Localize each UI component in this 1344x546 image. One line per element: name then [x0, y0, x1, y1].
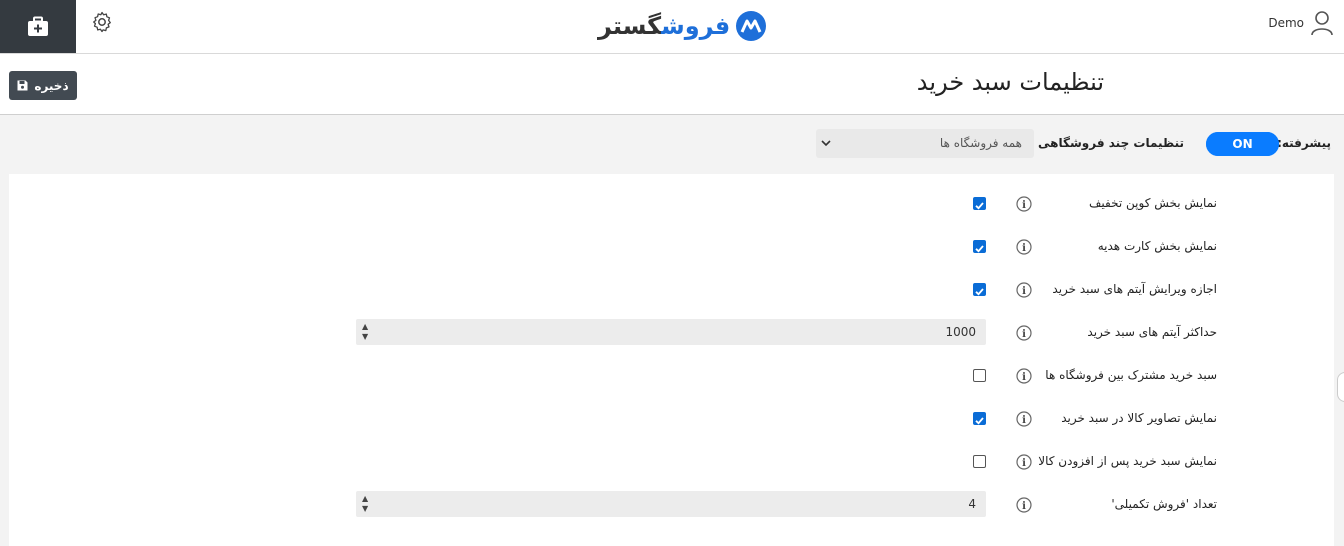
check-icon	[975, 202, 984, 210]
info-icon[interactable]: i	[1016, 325, 1032, 341]
svg-text:i: i	[1022, 329, 1026, 340]
floppy-icon	[17, 80, 28, 91]
advanced-toggle[interactable]: ON	[1206, 132, 1279, 156]
checkbox-giftcard[interactable]	[973, 240, 986, 253]
max-items-value: 1000	[945, 325, 976, 339]
info-icon[interactable]: i	[1016, 239, 1032, 255]
brand-logo[interactable]: فروشگستر	[598, 8, 767, 44]
save-button-label: ذخیره	[34, 78, 69, 93]
setting-label-max-items: حداکثر آیتم های سبد خرید	[1087, 325, 1217, 339]
svg-text:i: i	[1022, 415, 1026, 426]
info-icon[interactable]: i	[1016, 368, 1032, 384]
checkbox-edit-items[interactable]	[973, 283, 986, 296]
upsell-count-value: 4	[968, 497, 976, 511]
setting-label-product-images: نمایش تصاویر کالا در سبد خرید	[1061, 411, 1217, 425]
save-button[interactable]: ذخیره	[9, 71, 77, 100]
svg-text:i: i	[1022, 458, 1026, 469]
svg-text:i: i	[1022, 372, 1026, 383]
setting-label-upsell-count: تعداد 'فروش تکمیلی'	[1111, 497, 1217, 511]
checkbox-product-images[interactable]	[973, 412, 986, 425]
user-icon	[1311, 11, 1333, 36]
info-icon[interactable]: i	[1016, 196, 1032, 212]
brand-name: فروشگستر	[598, 12, 730, 40]
setting-label-edit-items: اجازه ویرایش آیتم های سبد خرید	[1052, 282, 1217, 296]
info-icon[interactable]: i	[1016, 497, 1032, 513]
page-title: تنظیمات سبد خرید	[916, 68, 1104, 96]
setting-label-coupon: نمایش بخش کوپن تخفیف	[1089, 196, 1217, 210]
svg-text:i: i	[1022, 501, 1026, 512]
brand-name-main: گستر	[598, 12, 662, 40]
checkbox-show-after-add[interactable]	[973, 455, 986, 468]
number-spinner[interactable]: ▲ ▼	[362, 494, 370, 514]
user-name: Demo	[1268, 16, 1304, 30]
number-spinner[interactable]: ▲ ▼	[362, 322, 370, 342]
max-items-input[interactable]: 1000 ▲ ▼	[356, 319, 986, 345]
setting-label-shared-cart: سبد خرید مشترک بین فروشگاه ها	[1045, 368, 1217, 382]
side-collapse-handle[interactable]	[1337, 372, 1344, 402]
check-icon	[975, 417, 984, 425]
logo-mark-icon	[736, 11, 767, 41]
svg-text:i: i	[1022, 243, 1026, 254]
toolbox-button[interactable]	[0, 0, 76, 53]
brand-name-accent: فروش	[661, 12, 731, 40]
gear-icon[interactable]	[90, 10, 114, 34]
setting-label-show-after-add: نمایش سبد خرید پس از افزودن کالا	[1038, 454, 1217, 468]
page-header	[0, 54, 1344, 115]
checkbox-shared-cart[interactable]	[973, 369, 986, 382]
setting-label-giftcard: نمایش بخش کارت هدیه	[1097, 239, 1217, 253]
user-menu[interactable]: Demo	[1268, 10, 1334, 36]
store-select-value: همه فروشگاه ها	[939, 136, 1022, 150]
check-icon	[975, 288, 984, 296]
info-icon[interactable]: i	[1016, 454, 1032, 470]
store-select[interactable]: همه فروشگاه ها	[816, 129, 1034, 158]
checkbox-coupon[interactable]	[973, 197, 986, 210]
advanced-label: پیشرفته:	[1277, 136, 1331, 150]
info-icon[interactable]: i	[1016, 411, 1032, 427]
top-navbar: فروشگستر Demo	[0, 0, 1344, 54]
info-icon[interactable]: i	[1016, 282, 1032, 298]
svg-text:i: i	[1022, 286, 1026, 297]
upsell-count-input[interactable]: 4 ▲ ▼	[356, 491, 986, 517]
check-icon	[975, 245, 984, 253]
svg-text:i: i	[1022, 200, 1026, 211]
chevron-down-icon	[821, 140, 831, 147]
toolbox-icon	[28, 16, 48, 36]
